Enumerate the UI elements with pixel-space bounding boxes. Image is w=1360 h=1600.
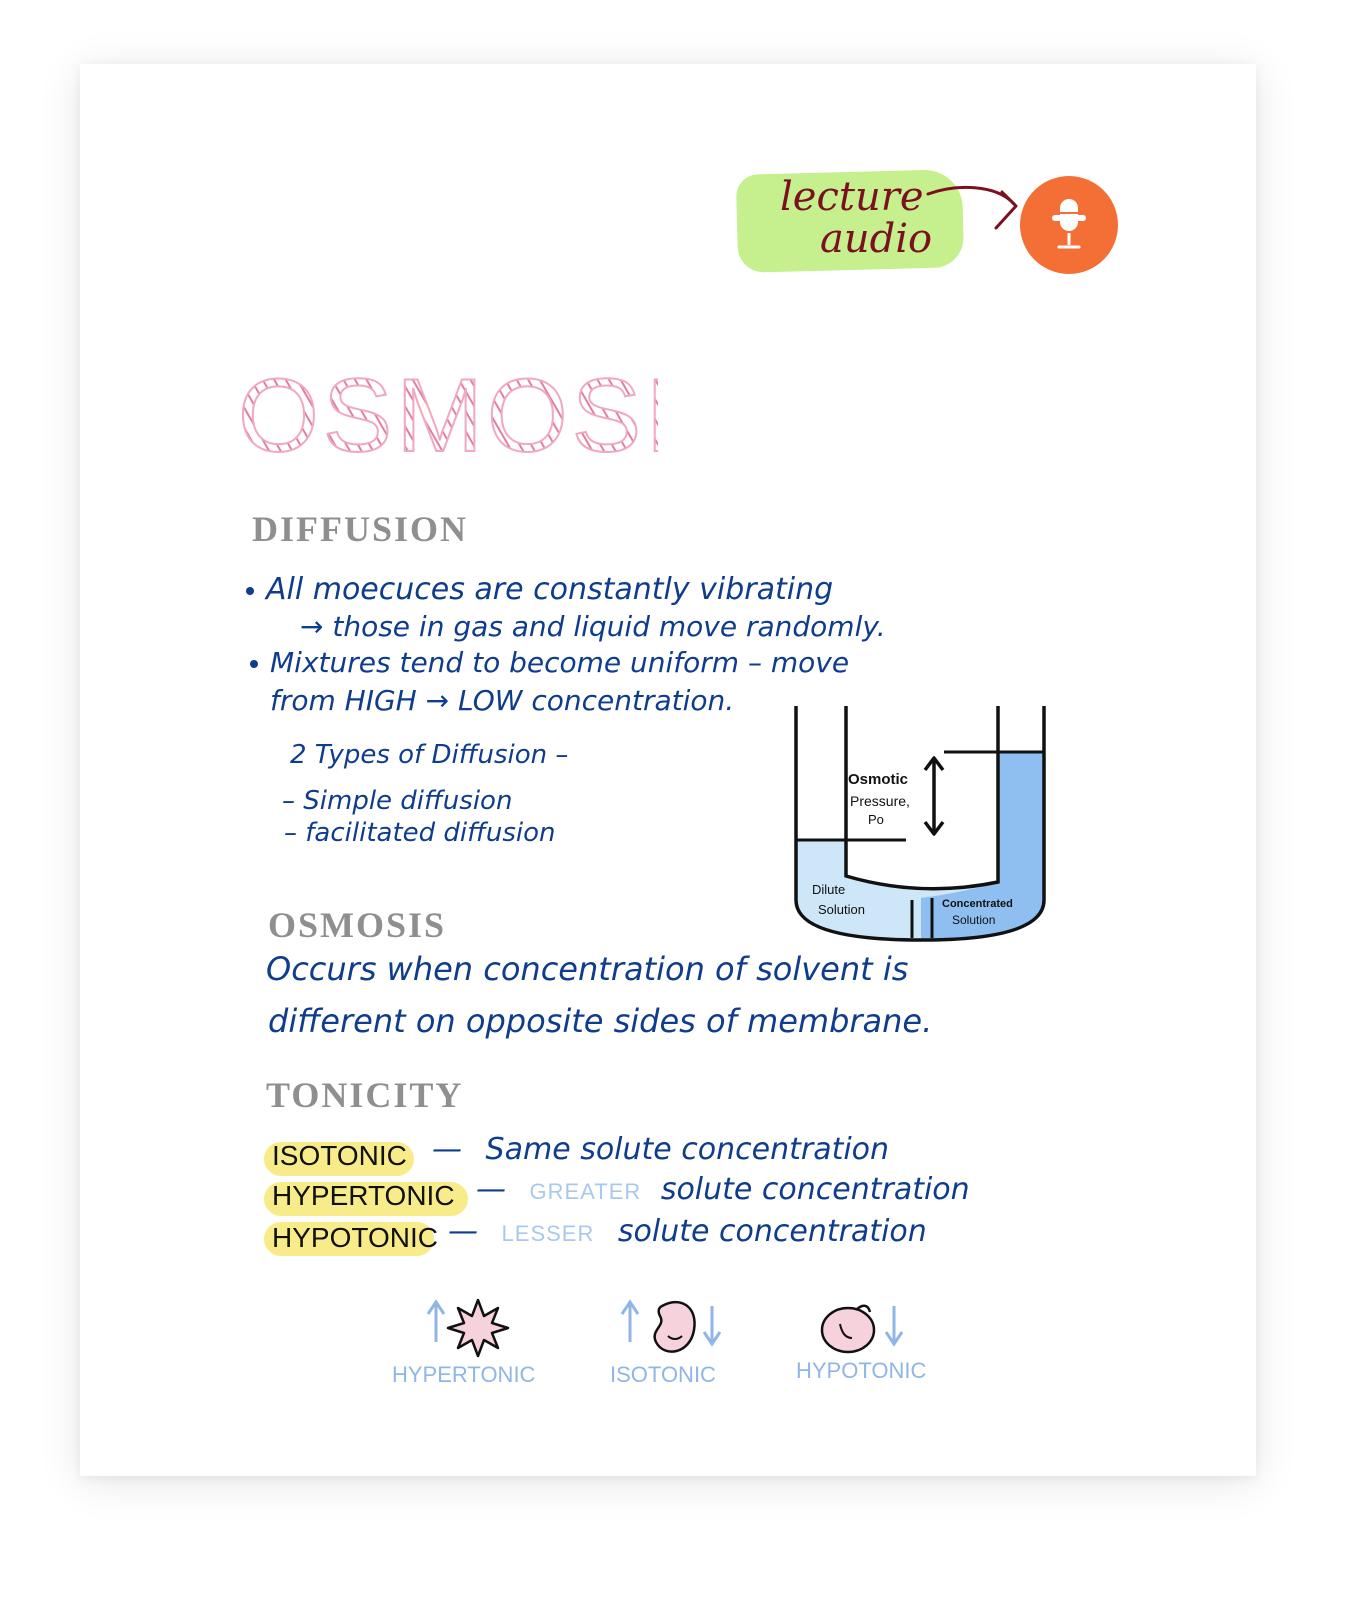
diffusion-bullet-2-line2: from HIGH → LOW concentration. bbox=[270, 684, 735, 717]
isotonic-dash: — bbox=[432, 1132, 462, 1167]
hypotonic-definition: — LESSER solute concentration bbox=[448, 1214, 927, 1249]
tonicity-heading: TONICITY bbox=[266, 1075, 464, 1115]
osmosis-heading: OSMOSIS bbox=[268, 905, 447, 945]
hypotonic-text: solute concentration bbox=[617, 1214, 927, 1249]
hypertonic-definition: — GREATER solute concentration bbox=[476, 1172, 970, 1207]
diffusion-type-1: – Simple diffusion bbox=[282, 786, 513, 816]
arrow-icon bbox=[926, 185, 1018, 230]
hypotonic-label: HYPOTONIC bbox=[272, 1222, 438, 1253]
page-title: OSMOSIS bbox=[237, 357, 748, 475]
diffusion-type-2: – facilitated diffusion bbox=[284, 818, 556, 848]
isotonic-label: ISOTONIC bbox=[272, 1140, 407, 1171]
hypertonic-label: HYPERTONIC bbox=[272, 1180, 455, 1211]
hypotonic-dash: — bbox=[448, 1214, 478, 1249]
hypertonic-cell-label: HYPERTONIC bbox=[392, 1362, 536, 1387]
bullet-1-text: All moecuces are constantly vibrating bbox=[266, 572, 834, 607]
microphone-icon bbox=[1052, 199, 1086, 249]
diffusion-bullet-1: All moecuces are constantly vibrating bbox=[246, 572, 833, 607]
hypotonic-cell-icon bbox=[820, 1304, 904, 1354]
diffusion-heading: DIFFUSION bbox=[252, 509, 469, 549]
bullet-2-text: Mixtures tend to become uniform – move bbox=[270, 646, 850, 679]
hypertonic-cell-icon bbox=[426, 1298, 510, 1358]
osmotic-pressure-label-1: Osmotic bbox=[848, 771, 908, 788]
dilute-label-1: Dilute bbox=[812, 882, 845, 897]
dilute-label-2: Solution bbox=[818, 902, 865, 917]
title-text: OSMOSIS bbox=[238, 359, 658, 469]
diffusion-bullet-2: Mixtures tend to become uniform – move bbox=[250, 646, 849, 679]
osmotic-pressure-label-2: Pressure, bbox=[850, 793, 910, 809]
lecture-audio-line1: lecture bbox=[780, 174, 924, 220]
lecture-audio-button[interactable] bbox=[1020, 176, 1118, 274]
hypertonic-dash: — bbox=[476, 1172, 506, 1207]
lecture-audio-label: lecture audio bbox=[780, 176, 950, 260]
osmosis-definition-line2: different on opposite sides of membrane. bbox=[268, 1002, 933, 1040]
isotonic-text: Same solute concentration bbox=[485, 1132, 890, 1167]
osmosis-definition-line1: Occurs when concentration of solvent is bbox=[266, 950, 909, 988]
isotonic-cell-icon bbox=[620, 1299, 722, 1353]
hypotonic-modifier: LESSER bbox=[501, 1221, 595, 1246]
hypertonic-text: solute concentration bbox=[660, 1172, 970, 1207]
osmotic-pressure-label-3: Po bbox=[868, 812, 884, 827]
concentrated-label-1: Concentrated bbox=[942, 898, 1013, 910]
diffusion-types-heading: 2 Types of Diffusion – bbox=[290, 740, 569, 770]
concentrated-label-2: Solution bbox=[952, 913, 995, 927]
bullet-icon bbox=[246, 586, 254, 595]
note-page: lecture audio OSMOSIS DIFFUSION All moec… bbox=[80, 64, 1256, 1476]
diffusion-bullet-1-sub: → those in gas and liquid move randomly. bbox=[300, 610, 886, 643]
hypotonic-cell-label: HYPOTONIC bbox=[796, 1358, 927, 1383]
osmosis-u-tube-diagram: Osmotic Pressure, Po Dilute Solution Con… bbox=[794, 706, 1046, 942]
hypertonic-modifier: GREATER bbox=[529, 1179, 642, 1204]
bullet-icon bbox=[250, 660, 258, 668]
isotonic-cell-label: ISOTONIC bbox=[610, 1362, 716, 1387]
isotonic-definition: — Same solute concentration bbox=[432, 1132, 889, 1167]
lecture-audio-line2: audio bbox=[820, 216, 933, 262]
